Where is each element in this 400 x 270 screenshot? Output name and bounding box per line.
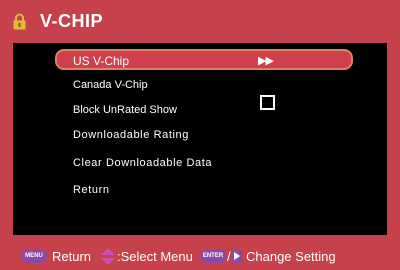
menu-item-block-unrated-show[interactable]: Block UnRated Show — [73, 104, 177, 116]
double-right-arrow-icon: ▶▶ — [258, 55, 274, 67]
page-title: V-CHIP — [40, 11, 104, 31]
footer-separator: / — [227, 249, 231, 264]
menu-item-us-vchip[interactable]: US V-Chip ▶▶ — [55, 49, 353, 70]
menu-item-return[interactable]: Return — [73, 184, 110, 196]
block-unrated-checkbox[interactable] — [260, 95, 275, 110]
menu-item-downloadable-rating[interactable]: Downloadable Rating — [73, 129, 189, 141]
right-arrow-icon — [234, 252, 240, 260]
footer-select-label: :Select Menu — [117, 249, 193, 264]
vchip-osd-window: V-CHIP US V-Chip ▶▶ Canada V-Chip Block … — [0, 0, 400, 270]
menu-item-clear-downloadable-data[interactable]: Clear Downloadable Data — [73, 157, 212, 169]
menu-item-label: US V-Chip — [73, 54, 130, 68]
right-key-badge — [232, 249, 242, 263]
lock-icon — [13, 13, 26, 30]
menu-panel: US V-Chip ▶▶ Canada V-Chip Block UnRated… — [13, 43, 387, 235]
header-bar: V-CHIP — [0, 0, 400, 43]
menu-item-canada-vchip[interactable]: Canada V-Chip — [73, 79, 148, 91]
footer-return-label: Return — [52, 249, 92, 264]
menu-key-badge: MENU — [21, 249, 47, 263]
up-down-arrows-icon — [101, 248, 115, 265]
enter-key-badge: ENTER — [200, 249, 226, 263]
footer-help-bar: MENU Return :Select Menu ENTER / Change … — [0, 244, 400, 270]
footer-change-setting-label: Change Setting — [246, 249, 336, 264]
